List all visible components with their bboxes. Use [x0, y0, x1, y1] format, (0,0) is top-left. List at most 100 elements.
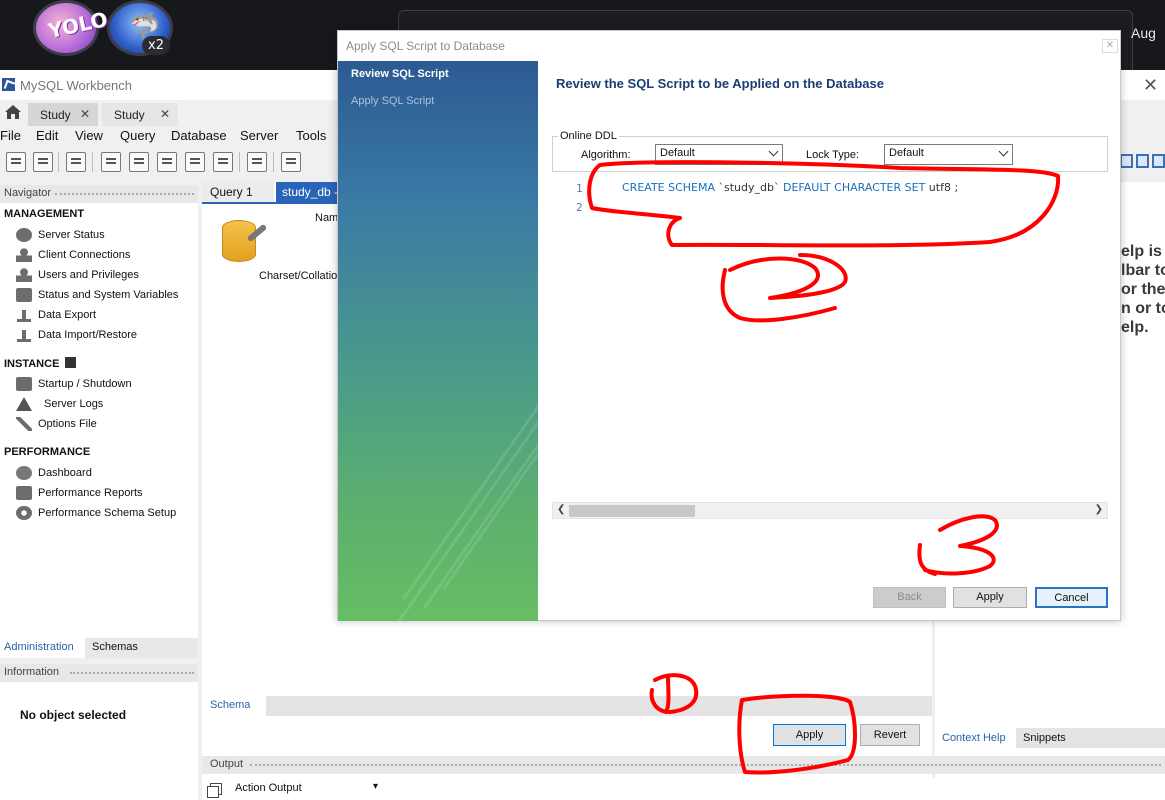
- nav-item-label: Options File: [38, 418, 97, 430]
- chevron-down-icon: [998, 146, 1009, 157]
- output-type-select[interactable]: Action Output: [232, 780, 380, 798]
- menu-database[interactable]: Database: [171, 128, 227, 143]
- create-procedure-icon[interactable]: [185, 152, 205, 172]
- output-toolbar: Action Output: [202, 778, 1165, 800]
- menu-edit[interactable]: Edit: [36, 128, 58, 143]
- context-help-text: elp is lbar to or the n or to elp.: [1121, 242, 1165, 337]
- menu-tools[interactable]: Tools: [296, 128, 326, 143]
- instance-section-title: INSTANCE: [4, 357, 77, 370]
- scroll-left-icon[interactable]: ❮: [557, 504, 565, 515]
- nav-item-performance-schema-setup[interactable]: Performance Schema Setup: [16, 504, 176, 522]
- algorithm-value: Default: [660, 147, 695, 159]
- tab-schema[interactable]: Schema: [202, 696, 266, 716]
- dialog-close-icon[interactable]: ✕: [1102, 39, 1118, 53]
- nav-item-server-logs[interactable]: Server Logs: [16, 395, 103, 413]
- name-label: Nam: [315, 212, 339, 224]
- monitor-icon: [16, 288, 32, 302]
- nav-item-users-privileges[interactable]: Users and Privileges: [16, 266, 139, 284]
- menu-file[interactable]: File: [0, 128, 21, 143]
- nav-item-startup-shutdown[interactable]: Startup / Shutdown: [16, 375, 132, 393]
- tab-study-1[interactable]: Study ✕: [28, 103, 98, 126]
- dialog-apply-button[interactable]: Apply: [953, 587, 1027, 608]
- copy-icon[interactable]: [207, 783, 222, 798]
- tab-context-help[interactable]: Context Help: [935, 728, 1015, 748]
- nav-item-label: Users and Privileges: [38, 269, 139, 281]
- avatar[interactable]: YOLO: [33, 0, 110, 56]
- tab-close-icon[interactable]: ✕: [80, 107, 90, 121]
- apply-button[interactable]: Apply: [773, 724, 846, 746]
- information-header: Information: [0, 664, 198, 682]
- toggle-output-icon[interactable]: [1136, 154, 1149, 168]
- help-line: elp is: [1121, 243, 1162, 260]
- menu-query[interactable]: Query: [120, 128, 155, 143]
- tab-snippets[interactable]: Snippets: [1016, 728, 1165, 748]
- nav-item-options-file[interactable]: Options File: [16, 415, 97, 433]
- menu-server[interactable]: Server: [240, 128, 278, 143]
- search-table-data-icon[interactable]: [247, 152, 267, 172]
- revert-button[interactable]: Revert: [860, 724, 920, 746]
- instance-toggle-icon[interactable]: [65, 357, 77, 368]
- nav-item-server-status[interactable]: Server Status: [16, 226, 105, 244]
- nav-item-label: Dashboard: [38, 467, 92, 479]
- tab-close-icon[interactable]: ✕: [160, 107, 170, 121]
- cancel-button[interactable]: Cancel: [1035, 587, 1108, 608]
- nav-item-label: Data Export: [38, 309, 97, 321]
- decor-streak: [402, 385, 538, 600]
- new-sql-tab-icon[interactable]: [6, 152, 26, 172]
- nav-item-label: Client Connections: [38, 249, 131, 261]
- wrench-icon: [16, 417, 32, 431]
- editor-horizontal-scrollbar[interactable]: ❮ ❯: [552, 502, 1108, 519]
- instance-title-text: INSTANCE: [4, 358, 60, 370]
- open-sql-script-icon[interactable]: [33, 152, 53, 172]
- output-header: Output: [202, 756, 1165, 774]
- reconnect-icon[interactable]: [281, 152, 301, 172]
- tab-label: Study: [40, 108, 71, 122]
- algorithm-select[interactable]: Default: [655, 144, 783, 165]
- decor-streak: [392, 415, 538, 621]
- nav-item-status-variables[interactable]: Status and System Variables: [16, 286, 178, 304]
- line-number: 1: [576, 182, 583, 195]
- charset-collation-label: Charset/Collatio: [259, 270, 338, 282]
- layout-toggle-group: [1120, 154, 1165, 174]
- nav-item-label: Status and System Variables: [38, 289, 179, 301]
- lock-type-select[interactable]: Default: [884, 144, 1013, 165]
- scroll-right-icon[interactable]: ❯: [1095, 504, 1103, 515]
- wizard-step-review: Review SQL Script: [351, 68, 449, 80]
- nav-item-client-connections[interactable]: Client Connections: [16, 246, 130, 264]
- navigator-header: Navigator: [0, 185, 198, 203]
- nav-item-data-import[interactable]: Data Import/Restore: [16, 326, 137, 344]
- nav-item-performance-reports[interactable]: Performance Reports: [16, 484, 143, 502]
- toggle-sidebar-icon[interactable]: [1120, 154, 1133, 168]
- sql-script-editor[interactable]: 1 2 CREATE SCHEMA `study_db` DEFAULT CHA…: [552, 176, 1108, 506]
- nav-item-data-export[interactable]: Data Export: [16, 306, 96, 324]
- toolbar-separator: [92, 152, 93, 172]
- create-table-icon[interactable]: [129, 152, 149, 172]
- scrollbar-thumb[interactable]: [569, 505, 695, 517]
- tab-administration[interactable]: Administration: [0, 638, 85, 658]
- toggle-secondary-sidebar-icon[interactable]: [1152, 154, 1165, 168]
- tab-schemas[interactable]: Schemas: [86, 638, 144, 658]
- create-function-icon[interactable]: [213, 152, 233, 172]
- create-view-icon[interactable]: [157, 152, 177, 172]
- create-schema-icon[interactable]: [101, 152, 121, 172]
- nav-item-dashboard[interactable]: Dashboard: [16, 464, 92, 482]
- sql-keyword: CREATE SCHEMA: [622, 181, 716, 194]
- tab-study-db[interactable]: study_db -: [276, 182, 346, 202]
- tab-study-2[interactable]: Study ✕: [102, 103, 178, 126]
- online-ddl-legend: Online DDL: [558, 130, 619, 142]
- toolbar-separator: [273, 152, 274, 172]
- inspector-icon[interactable]: [66, 152, 86, 172]
- information-text: No object selected: [20, 708, 127, 722]
- window-close-icon[interactable]: ✕: [1143, 75, 1158, 96]
- clock-text: Aug: [1131, 25, 1156, 41]
- help-line: lbar to: [1121, 262, 1165, 279]
- home-icon[interactable]: [4, 104, 22, 120]
- help-line: or the: [1121, 281, 1165, 298]
- back-button[interactable]: Back: [873, 587, 946, 608]
- tab-query-1[interactable]: Query 1: [202, 182, 274, 202]
- play-circle-icon: [16, 228, 32, 242]
- menu-view[interactable]: View: [75, 128, 103, 143]
- sql-value: utf8 ;: [928, 181, 959, 194]
- wizard-steps-panel: Review SQL Script Apply SQL Script: [338, 61, 538, 621]
- window-title: MySQL Workbench: [20, 78, 132, 93]
